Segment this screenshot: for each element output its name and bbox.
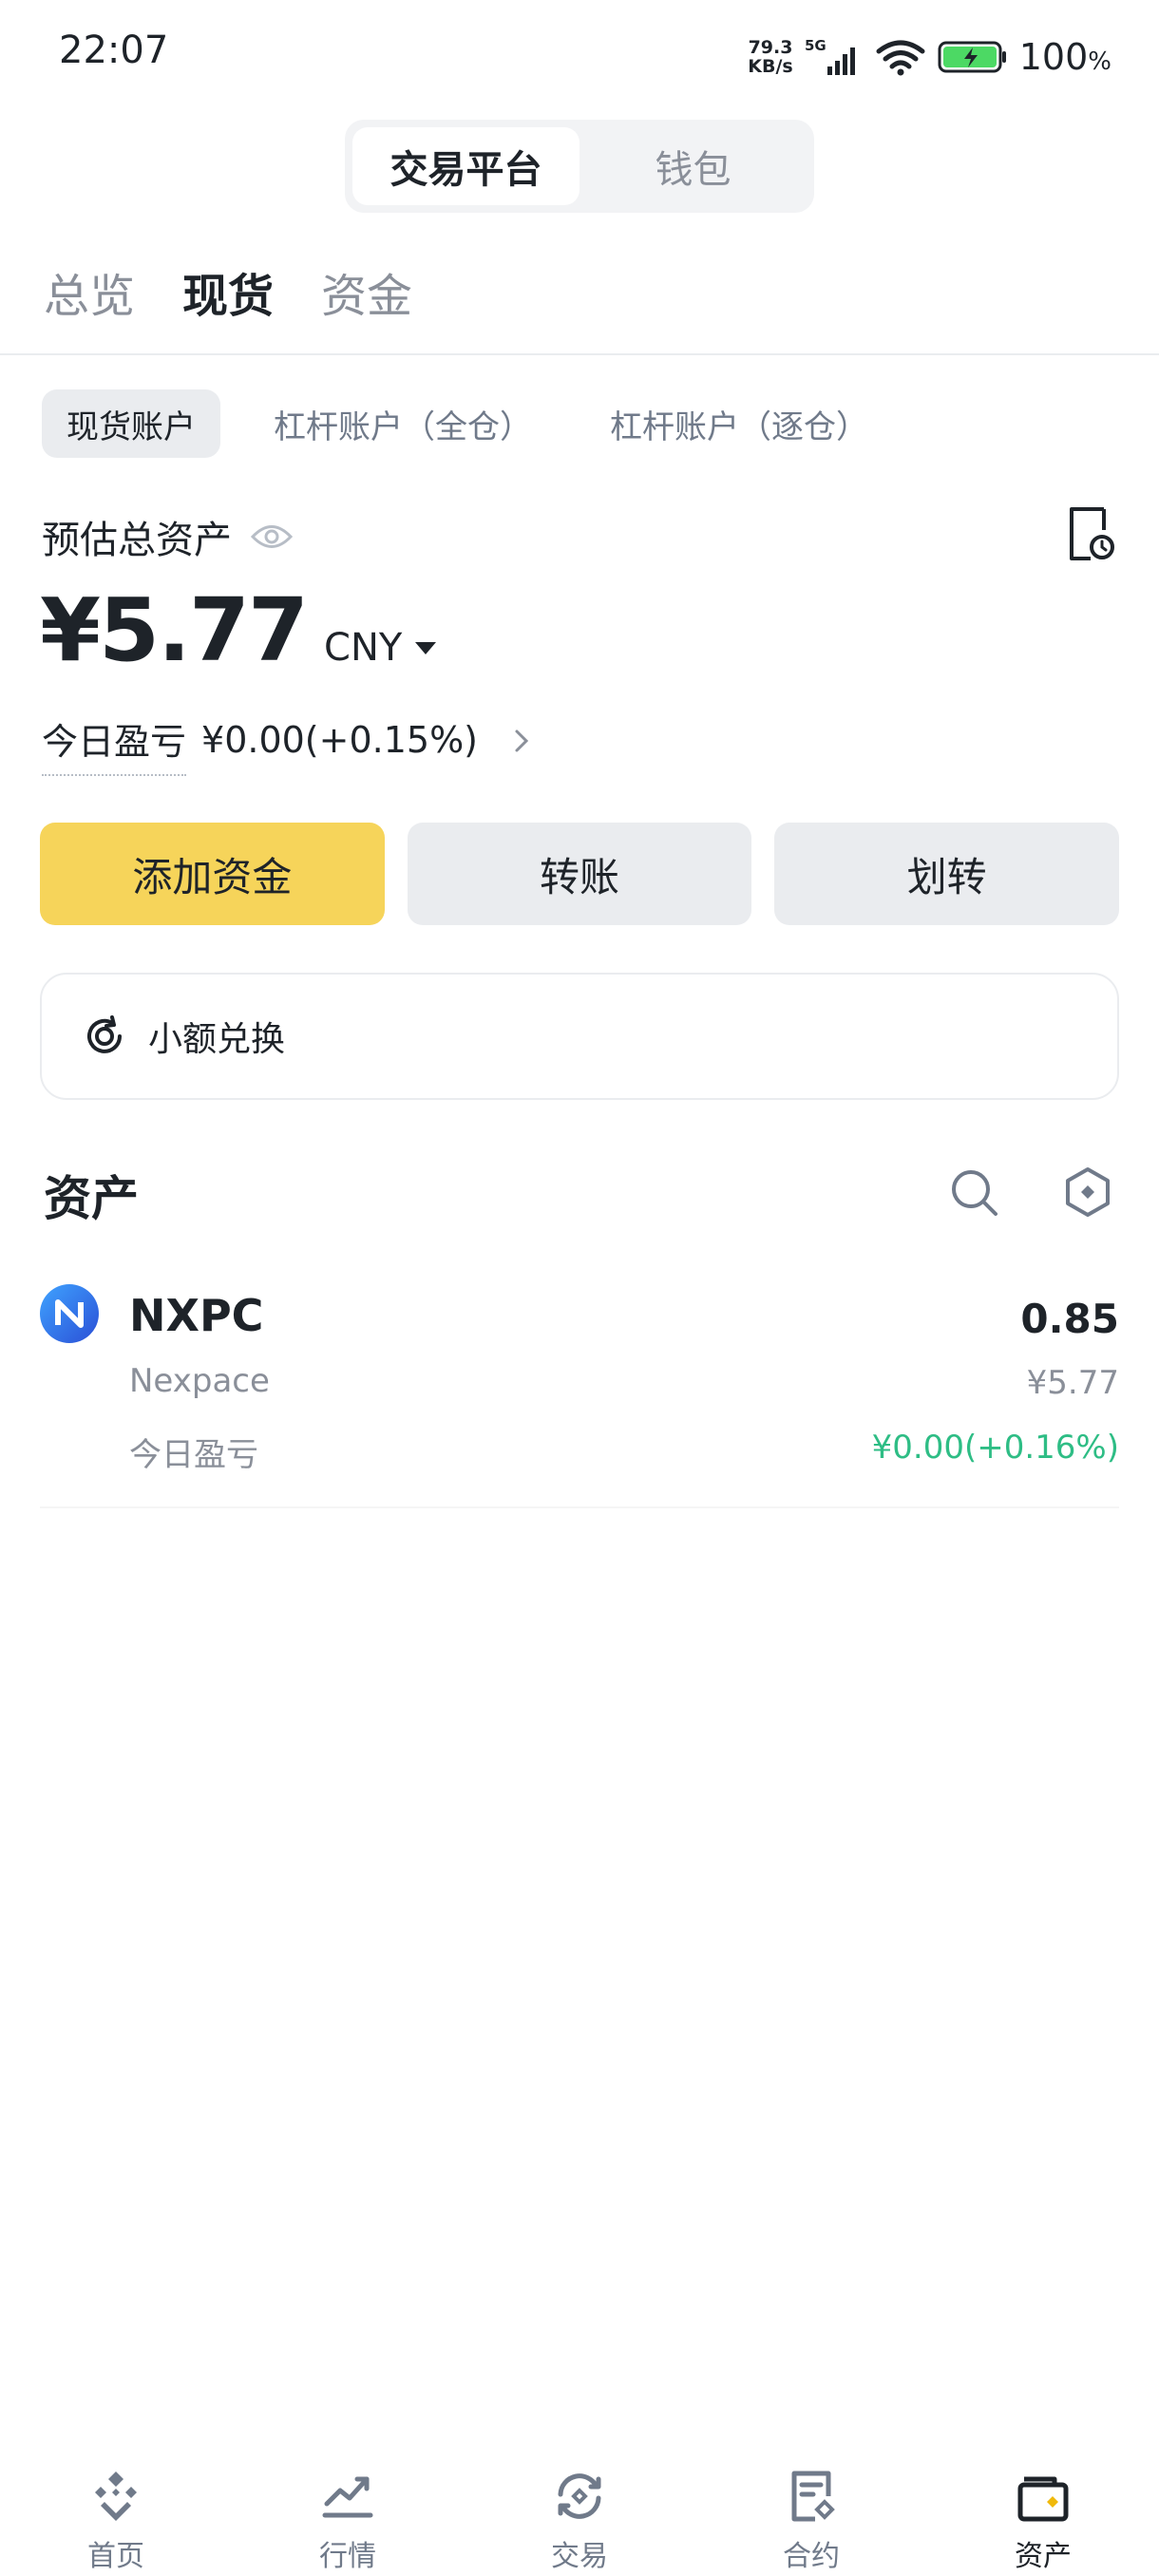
trade-icon — [558, 2473, 601, 2519]
wallet-icon — [1017, 2476, 1069, 2522]
assets-title: 资产 — [44, 1171, 139, 1226]
small-balance-convert[interactable]: 小额兑换 — [40, 973, 1119, 1100]
account-tabs: 现货账户 杠杆账户（全仓） 杠杆账户（逐仓） — [42, 389, 893, 458]
convert-icon — [87, 1015, 122, 1053]
wifi-icon — [876, 40, 925, 76]
net-speed: 79.3 KB/s — [748, 38, 792, 76]
battery-percent: 100% — [1019, 36, 1112, 78]
today-pnl-row[interactable]: 今日盈亏 ¥0.00(+0.15%) — [42, 712, 537, 776]
settings-icon[interactable] — [1062, 1166, 1113, 1218]
battery-unit: % — [1088, 47, 1112, 76]
nav-assets[interactable]: 资产 — [927, 2451, 1159, 2576]
net-speed-value: 79.3 — [748, 37, 793, 58]
action-buttons: 添加资金 转账 划转 — [40, 823, 1120, 925]
estimated-total-label: 预估总资产 — [42, 509, 293, 564]
tab-wallet[interactable]: 钱包 — [580, 127, 807, 205]
internal-transfer-button[interactable]: 划转 — [774, 823, 1120, 925]
cellular-signal-icon: 5G — [805, 38, 855, 75]
currency-label: CNY — [324, 626, 403, 670]
coin-value: ¥5.77 — [1026, 1364, 1119, 1402]
tab-funding[interactable]: 资金 — [321, 258, 412, 325]
network-type: 5G — [805, 38, 826, 54]
tab-overview[interactable]: 总览 — [44, 258, 135, 325]
nav-home-label: 首页 — [87, 2540, 144, 2573]
estimated-total-text: 预估总资产 — [42, 519, 232, 562]
nav-futures[interactable]: 合约 — [695, 2451, 927, 2576]
futures-icon — [791, 2471, 835, 2522]
battery-charging-icon — [938, 41, 1006, 73]
convert-label: 小额兑换 — [148, 1020, 286, 1059]
eye-icon[interactable] — [251, 522, 293, 551]
net-speed-unit: KB/s — [748, 56, 793, 77]
battery-value: 100 — [1018, 36, 1089, 78]
tab-cross-margin[interactable]: 杠杆账户（全仓） — [249, 389, 557, 458]
divider — [0, 353, 1159, 355]
status-time: 22:07 — [59, 28, 169, 72]
nav-trade[interactable]: 交易 — [464, 2451, 695, 2576]
nav-assets-label: 资产 — [1015, 2540, 1072, 2573]
coin-pnl: ¥0.00(+0.16%) — [871, 1429, 1119, 1467]
total-balance: ¥5.77 — [40, 579, 309, 681]
nav-markets[interactable]: 行情 — [232, 2451, 464, 2576]
tab-exchange[interactable]: 交易平台 — [352, 127, 580, 205]
asset-tabs: 总览 现货 资金 — [44, 258, 412, 325]
nav-markets-label: 行情 — [319, 2540, 376, 2573]
caret-down-icon — [415, 641, 437, 654]
asset-row-nxpc[interactable]: NXPC Nexpace 今日盈亏 0.85 ¥5.77 ¥0.00(+0.16… — [40, 1284, 1119, 1508]
chevron-right-icon — [515, 729, 529, 751]
currency-selector[interactable]: CNY — [324, 626, 437, 670]
status-icons: 79.3 KB/s 5G 100% — [748, 28, 1112, 85]
today-pnl-value: ¥0.00(+0.15%) — [201, 718, 479, 761]
coin-name: Nexpace — [129, 1362, 270, 1400]
nav-trade-label: 交易 — [551, 2540, 608, 2573]
bottom-nav: 首页 行情 交易 合约 资产 — [0, 2451, 1159, 2576]
add-funds-button[interactable]: 添加资金 — [40, 823, 385, 925]
markets-icon — [322, 2476, 373, 2518]
nav-home[interactable]: 首页 — [0, 2451, 232, 2576]
transfer-button[interactable]: 转账 — [407, 823, 752, 925]
total-balance-row: ¥5.77 CNY — [40, 579, 437, 681]
tab-isolated-margin[interactable]: 杠杆账户（逐仓） — [585, 389, 893, 458]
nav-futures-label: 合约 — [783, 2540, 840, 2573]
tab-spot[interactable]: 现货 — [182, 258, 274, 325]
home-icon — [95, 2472, 137, 2521]
history-record-icon[interactable] — [1066, 505, 1115, 562]
nxpc-logo-icon — [40, 1284, 99, 1343]
status-bar: 22:07 79.3 KB/s 5G 100% — [0, 0, 1159, 112]
search-icon[interactable] — [948, 1166, 999, 1218]
nxpc-symbol-icon — [55, 1299, 84, 1328]
coin-amount: 0.85 — [1020, 1296, 1119, 1342]
tab-spot-account[interactable]: 现货账户 — [42, 389, 220, 458]
platform-toggle: 交易平台 钱包 — [345, 120, 814, 213]
coin-symbol: NXPC — [129, 1290, 264, 1341]
today-pnl-label: 今日盈亏 — [42, 712, 187, 776]
coin-pnl-label: 今日盈亏 — [129, 1436, 258, 1474]
